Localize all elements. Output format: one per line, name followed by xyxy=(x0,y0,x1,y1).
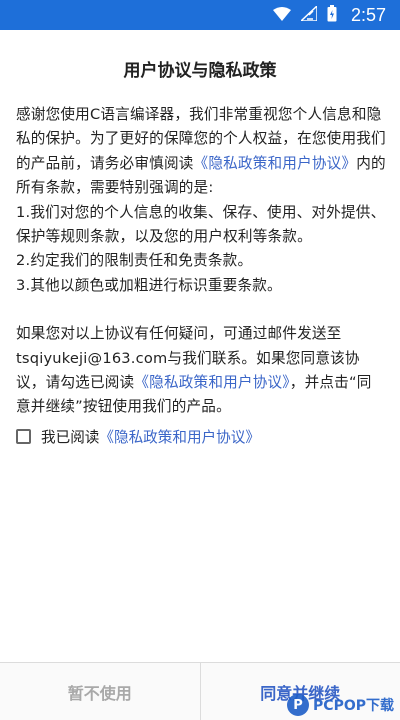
agree-policy-link[interactable]: 《隐私政策和用户协议》 xyxy=(99,426,260,447)
privacy-policy-link[interactable]: 《隐私政策和用户协议》 xyxy=(134,374,289,391)
agree-checkbox[interactable] xyxy=(16,429,31,444)
status-icons: 2:57 xyxy=(272,3,386,26)
watermark-text: PCPOP下载 xyxy=(313,698,394,714)
page-title: 用户协议与隐私政策 xyxy=(123,61,277,81)
watermark: P PCPOP下载 xyxy=(287,694,394,716)
wifi-icon xyxy=(272,6,291,25)
intro-paragraph: 感谢您使用C语言编译器，我们非常重视您个人信息和隐私的保护。为了更好的保障您的个… xyxy=(16,103,386,201)
list-item: 2.约定我们的限制责任和免责条款。 xyxy=(16,252,253,270)
status-time: 2:57 xyxy=(350,4,386,25)
agree-label: 我已阅读 xyxy=(41,429,100,446)
battery-icon xyxy=(327,4,337,26)
list-item: 1.我们对您的个人信息的收集、保存、使用、对外提供、保护等规则条款，以及您的用户… xyxy=(16,203,386,246)
status-bar: 2:57 xyxy=(0,0,400,30)
agree-row[interactable]: 我已阅读 《隐私政策和用户协议》 xyxy=(16,426,260,447)
decline-button[interactable]: 暂不使用 xyxy=(0,663,201,720)
signal-icon xyxy=(299,3,318,25)
list-item: 3.其他以颜色或加粗进行标识重要条款。 xyxy=(16,276,282,294)
contact-paragraph: 如果您对以上协议有任何疑问，可通过邮件发送至tsqiyukeji@163.com… xyxy=(16,322,386,420)
privacy-policy-link[interactable]: 《隐私政策和用户协议》 xyxy=(194,155,357,172)
watermark-logo-icon: P xyxy=(287,694,310,716)
agreement-content: 感谢您使用C语言编译器，我们非常重视您个人信息和隐私的保护。为了更好的保障您的个… xyxy=(16,103,386,420)
